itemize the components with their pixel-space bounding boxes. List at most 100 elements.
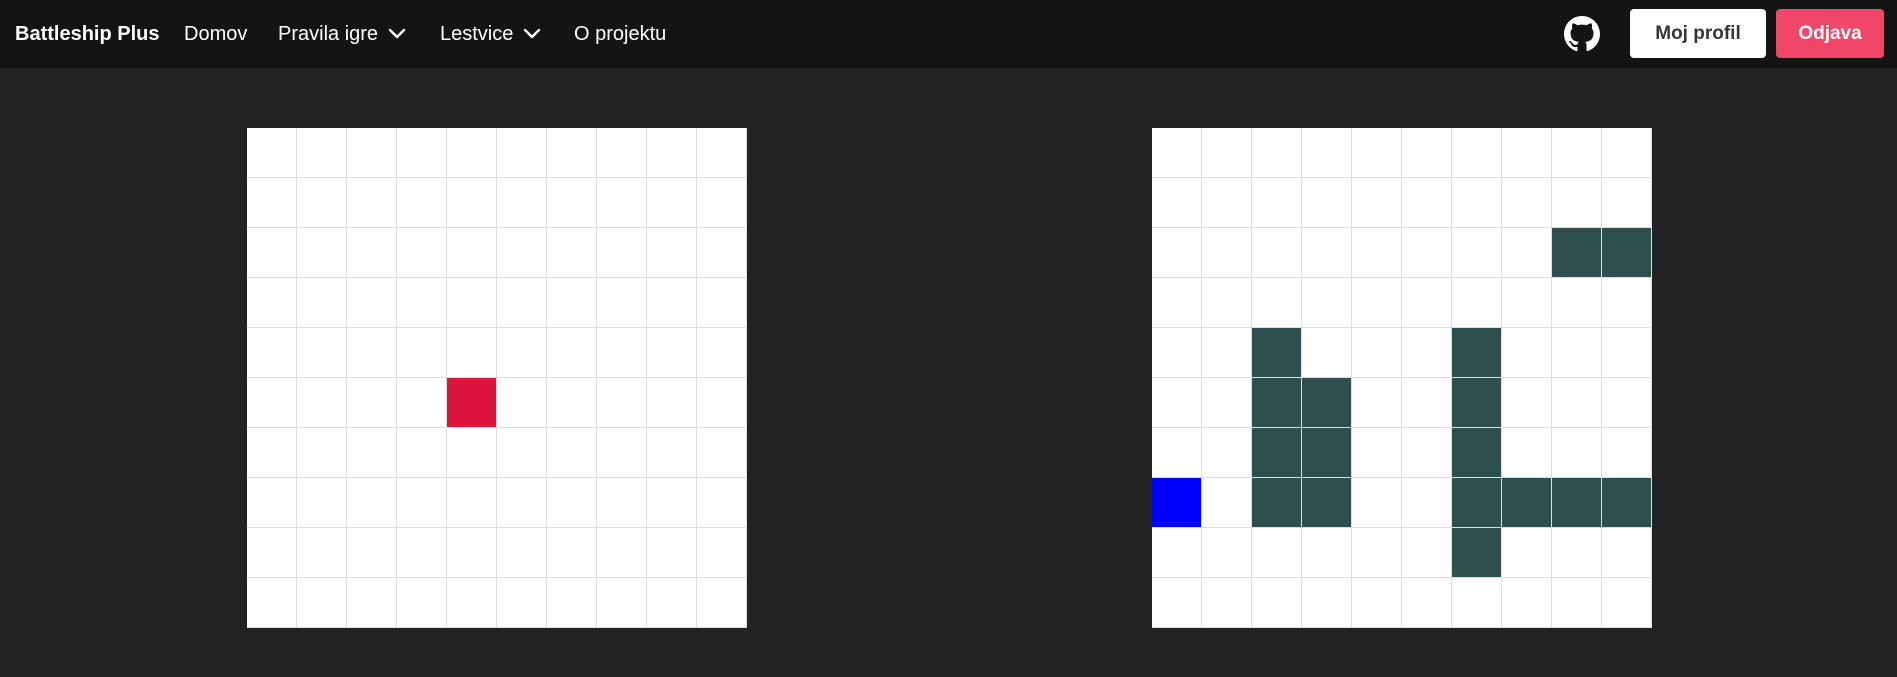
board-cell[interactable] bbox=[397, 578, 447, 628]
nav-rules-dropdown[interactable]: Pravila igre bbox=[278, 0, 406, 68]
board-cell[interactable] bbox=[1602, 328, 1652, 378]
board-cell[interactable] bbox=[1402, 278, 1452, 328]
board-cell[interactable] bbox=[447, 278, 497, 328]
board-cell[interactable] bbox=[397, 428, 447, 478]
board-cell[interactable] bbox=[1302, 578, 1352, 628]
board-cell-ship[interactable] bbox=[1602, 478, 1652, 528]
board-cell[interactable] bbox=[597, 478, 647, 528]
board-cell[interactable] bbox=[1302, 328, 1352, 378]
board-cell[interactable] bbox=[1502, 578, 1552, 628]
board-cell[interactable] bbox=[397, 278, 447, 328]
board-cell[interactable] bbox=[397, 478, 447, 528]
board-cell[interactable] bbox=[1402, 428, 1452, 478]
board-cell[interactable] bbox=[1302, 128, 1352, 178]
board-cell[interactable] bbox=[1302, 528, 1352, 578]
board-cell[interactable] bbox=[1152, 278, 1202, 328]
board-cell[interactable] bbox=[1252, 128, 1302, 178]
board-cell[interactable] bbox=[1552, 528, 1602, 578]
board-cell[interactable] bbox=[447, 178, 497, 228]
board-cell[interactable] bbox=[397, 528, 447, 578]
board-cell[interactable] bbox=[347, 128, 397, 178]
board-cell[interactable] bbox=[347, 478, 397, 528]
board-cell[interactable] bbox=[1502, 528, 1552, 578]
board-cell-ship[interactable] bbox=[1452, 428, 1502, 478]
board-cell-ship[interactable] bbox=[1552, 228, 1602, 278]
board-cell-ship[interactable] bbox=[1602, 228, 1652, 278]
board-cell[interactable] bbox=[1352, 528, 1402, 578]
board-cell-ship[interactable] bbox=[1302, 478, 1352, 528]
board-cell[interactable] bbox=[1202, 178, 1252, 228]
board-cell-ship[interactable] bbox=[1252, 328, 1302, 378]
board-cell[interactable] bbox=[1202, 478, 1252, 528]
board-cell[interactable] bbox=[1502, 128, 1552, 178]
board-cell[interactable] bbox=[697, 528, 747, 578]
board-cell[interactable] bbox=[247, 528, 297, 578]
board-cell[interactable] bbox=[1552, 178, 1602, 228]
board-cell[interactable] bbox=[347, 578, 397, 628]
board-cell[interactable] bbox=[1552, 578, 1602, 628]
board-cell[interactable] bbox=[1502, 178, 1552, 228]
board-cell[interactable] bbox=[1202, 128, 1252, 178]
logout-button[interactable]: Odjava bbox=[1776, 9, 1884, 58]
board-cell[interactable] bbox=[1352, 128, 1402, 178]
board-cell[interactable] bbox=[1352, 278, 1402, 328]
nav-leaderboards-dropdown[interactable]: Lestvice bbox=[440, 0, 541, 68]
board-cell[interactable] bbox=[297, 428, 347, 478]
board-cell[interactable] bbox=[1152, 578, 1202, 628]
board-cell[interactable] bbox=[1602, 578, 1652, 628]
board-cell[interactable] bbox=[597, 228, 647, 278]
board-cell[interactable] bbox=[647, 378, 697, 428]
nav-about[interactable]: O projektu bbox=[574, 0, 666, 68]
board-cell[interactable] bbox=[1202, 228, 1252, 278]
board-cell[interactable] bbox=[297, 528, 347, 578]
board-cell[interactable] bbox=[447, 128, 497, 178]
board-cell[interactable] bbox=[247, 328, 297, 378]
board-cell[interactable] bbox=[547, 128, 597, 178]
board-cell[interactable] bbox=[1202, 578, 1252, 628]
board-cell[interactable] bbox=[1502, 378, 1552, 428]
board-cell[interactable] bbox=[347, 378, 397, 428]
board-cell[interactable] bbox=[1452, 578, 1502, 628]
board-cell[interactable] bbox=[397, 178, 447, 228]
board-cell[interactable] bbox=[1202, 328, 1252, 378]
board-cell[interactable] bbox=[1302, 228, 1352, 278]
board-cell[interactable] bbox=[1202, 428, 1252, 478]
board-cell[interactable] bbox=[1352, 378, 1402, 428]
board-cell[interactable] bbox=[1402, 178, 1452, 228]
board-cell[interactable] bbox=[697, 128, 747, 178]
board-cell[interactable] bbox=[547, 278, 597, 328]
board-cell[interactable] bbox=[1352, 178, 1402, 228]
board-cell[interactable] bbox=[1152, 128, 1202, 178]
board-cell[interactable] bbox=[1152, 378, 1202, 428]
board-cell[interactable] bbox=[1552, 328, 1602, 378]
board-cell[interactable] bbox=[247, 378, 297, 428]
board-cell[interactable] bbox=[447, 528, 497, 578]
board-cell[interactable] bbox=[1552, 128, 1602, 178]
board-cell[interactable] bbox=[597, 378, 647, 428]
board-cell[interactable] bbox=[1252, 528, 1302, 578]
board-cell-ship[interactable] bbox=[1252, 378, 1302, 428]
board-cell[interactable] bbox=[547, 178, 597, 228]
board-cell[interactable] bbox=[547, 328, 597, 378]
board-cell[interactable] bbox=[297, 128, 347, 178]
board-cell[interactable] bbox=[497, 278, 547, 328]
board-cell[interactable] bbox=[597, 428, 647, 478]
board-cell[interactable] bbox=[247, 228, 297, 278]
board-cell[interactable] bbox=[597, 278, 647, 328]
board-cell[interactable] bbox=[347, 428, 397, 478]
board-cell[interactable] bbox=[447, 328, 497, 378]
board-cell[interactable] bbox=[1502, 228, 1552, 278]
board-cell[interactable] bbox=[247, 428, 297, 478]
board-cell[interactable] bbox=[697, 428, 747, 478]
board-cell[interactable] bbox=[1352, 478, 1402, 528]
board-cell[interactable] bbox=[1602, 528, 1652, 578]
board-cell[interactable] bbox=[1602, 278, 1652, 328]
board-cell[interactable] bbox=[647, 578, 697, 628]
board-cell[interactable] bbox=[447, 228, 497, 278]
board-cell[interactable] bbox=[1352, 578, 1402, 628]
board-cell[interactable] bbox=[697, 378, 747, 428]
board-cell[interactable] bbox=[1402, 128, 1452, 178]
board-cell[interactable] bbox=[497, 328, 547, 378]
board-cell[interactable] bbox=[247, 478, 297, 528]
board-cell[interactable] bbox=[347, 328, 397, 378]
